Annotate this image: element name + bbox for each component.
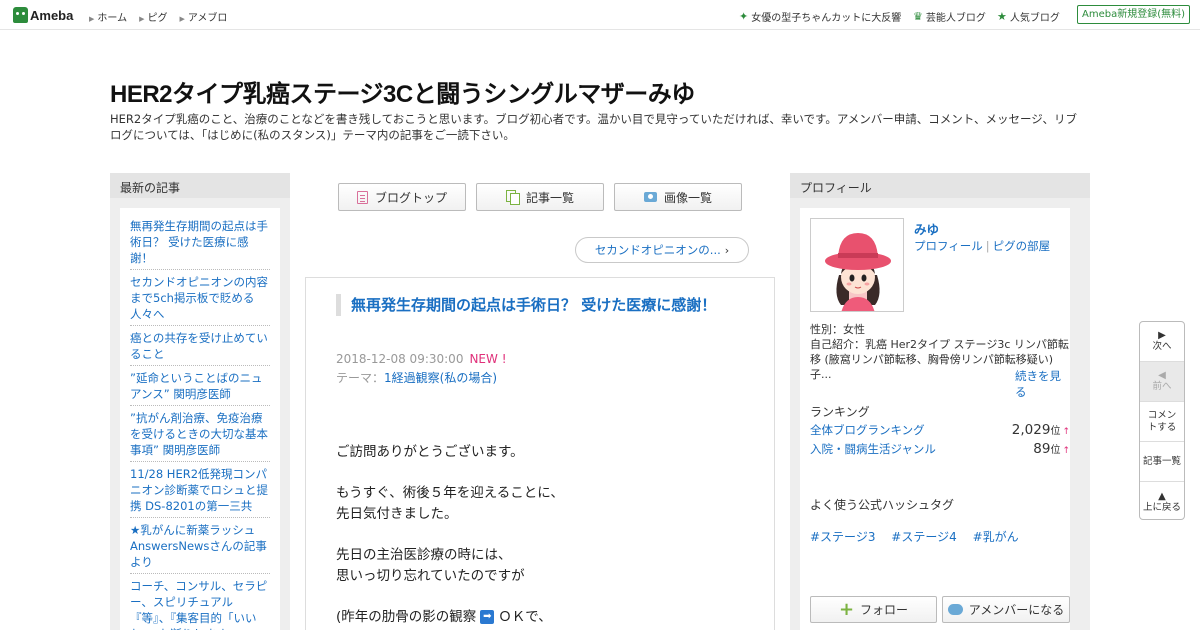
next-entry-button[interactable]: ▶ 次へ [1140, 322, 1184, 362]
profile-gender: 性別：女性 [810, 323, 865, 336]
trend-link[interactable]: ✦ 女優の型子ちゃんカットに大反響 [739, 9, 901, 24]
profile-name[interactable]: みゆ [914, 219, 939, 238]
ranking-value: 89位 ↑ [1033, 441, 1070, 457]
profile-panel: プロフィール みゆ プロフィール | ピグの部屋 性別：女性 自己紹介：乳癌 H… [790, 173, 1090, 630]
recent-entry-link[interactable]: ”抗がん剤治療、免疫治療を受けるときの大切な基本事項” 関明彦医師 [130, 408, 270, 462]
prev-entry-button[interactable]: ◀ 前へ [1140, 362, 1184, 402]
ranking-heading: ランキング [810, 405, 870, 419]
body-paragraph: ご訪問ありがとうございます。 [336, 444, 524, 460]
blog-description: HER2タイプ乳癌のこと、治療のことなどを書き残しておこうと思います。ブログ初心… [110, 112, 1077, 142]
pigg-room-link[interactable]: ピグの部屋 [993, 239, 1051, 253]
recent-entry-link[interactable]: セカンドオピニオンの内容まで5ch掲示板で貶める人々へ [130, 272, 270, 326]
recent-entry-link[interactable]: ”延命ということばのニュアンス” 関明彦医師 [130, 368, 270, 406]
recent-entry-link[interactable]: コーチ、コンサル、セラピー、スピリチュアル『等』、『集客目的「いいね」』お断りし… [130, 576, 270, 630]
recent-entries-panel: 最新の記事 無再発生存期間の起点は手術日？ 受けた医療に感謝！ セカンドオピニオ… [110, 173, 290, 630]
ranking-row: 全体ブログランキング 2,029位 ↑ [810, 422, 1070, 438]
entry-list-button[interactable]: 記事一覧 [476, 183, 604, 211]
global-header: Ameba ▶ ホーム ▶ ピグ ▶ アメブロ ✦ 女優の型子ちゃんカットに大反響 ♛ 芸… [0, 0, 1200, 30]
entry-meta: 2018-12-08 09:30:00 NEW ! [336, 352, 507, 366]
nav-pigg[interactable]: ▶ ピグ [139, 9, 167, 24]
separator: | [985, 239, 990, 253]
theme-label: テーマ： [336, 371, 385, 385]
hashtag-link[interactable]: #ステージ4 [891, 530, 956, 544]
ranking-value: 2,029位 ↑ [1011, 422, 1070, 438]
hashtag-link[interactable]: #ステージ3 [810, 530, 875, 544]
entry-body: ご訪問ありがとうございます。 もうすぐ、術後５年を迎えることに、 先日気付きました… [336, 442, 756, 630]
sparkle-icon: ✦ [739, 10, 749, 23]
ranking-row: 入院・闘病生活ジャンル 89位 ↑ [810, 441, 1070, 457]
amember-button[interactable]: アメンバーになる [942, 596, 1070, 623]
avatar[interactable] [810, 218, 904, 312]
hashtag-heading: よく使う公式ハッシュタグ [810, 498, 955, 512]
celebrity-blog-link[interactable]: ♛ 芸能人ブログ [913, 9, 986, 24]
popular-blog-link[interactable]: ★ 人気ブログ [997, 9, 1060, 24]
entry-date: 2018-12-08 09:30:00 [336, 352, 464, 366]
recent-entries-list: 無再発生存期間の起点は手術日？ 受けた医療に感謝！ セカンドオピニオンの内容まで… [120, 208, 280, 630]
hashtag-link[interactable]: #乳がん [973, 530, 1019, 544]
plus-icon: + [838, 598, 855, 620]
star-icon: ★ [997, 10, 1007, 23]
recent-entries-heading: 最新の記事 [110, 173, 290, 198]
ranking-label[interactable]: 全体ブログランキング [810, 422, 925, 438]
nav-ameblo[interactable]: ▶ アメブロ [179, 9, 227, 24]
image-list-button[interactable]: 画像一覧 [614, 183, 742, 211]
blog-top-button[interactable]: ブログトップ [338, 183, 466, 211]
chevron-right-icon: ▶ [139, 15, 145, 23]
avatar-illustration [811, 219, 903, 311]
entry-list-float-button[interactable]: 記事一覧 [1140, 442, 1184, 482]
recent-entry-link[interactable]: ★乳がんに新薬ラッシュ AnswersNewsさんの記事より [130, 520, 270, 574]
ameba-logo[interactable]: Ameba [13, 6, 73, 24]
back-to-top-button[interactable]: ▲ 上に戻る [1140, 482, 1184, 519]
play-back-icon: ◀ [1158, 370, 1166, 381]
body-paragraph: 先日の主治医診療の時には、 思いっ切り忘れていたのですが [336, 547, 525, 584]
camera-icon [643, 192, 657, 202]
triangle-up-icon: ▲ [1158, 490, 1166, 502]
hashtag-list: #ステージ3 #ステージ4 #乳がん [810, 528, 1031, 545]
crown-icon: ♛ [913, 10, 923, 23]
follow-button[interactable]: + フォロー [810, 596, 937, 623]
theme-link[interactable]: 1経過観察(私の場合) [384, 371, 497, 385]
rank-up-icon: ↑ [1062, 427, 1070, 437]
body-paragraph: もうすぐ、術後５年を迎えることに、 先日気付きました。 [336, 485, 564, 522]
rank-up-icon: ↑ [1062, 446, 1070, 456]
profile-links: プロフィール | ピグの部屋 [914, 238, 1050, 254]
arrow-right-icon: ➡ [480, 610, 495, 624]
ameba-logo-icon [13, 7, 28, 23]
entry-article: 無再発生存期間の起点は手術日？ 受けた医療に感謝！ 2018-12-08 09:… [305, 277, 775, 630]
logo-text: Ameba [30, 7, 74, 23]
new-badge: NEW ! [469, 352, 507, 366]
ranking-label[interactable]: 入院・闘病生活ジャンル [810, 441, 936, 457]
chevron-right-icon: ▶ [89, 15, 95, 23]
speech-bubble-icon [947, 604, 963, 615]
comment-button[interactable]: コメントする [1140, 402, 1184, 442]
blog-title[interactable]: HER2タイプ乳癌ステージ3Cと闘うシングルマザーみゆ [110, 74, 695, 109]
profile-link[interactable]: プロフィール [914, 239, 983, 253]
prev-entry-link[interactable]: セカンドオピニオンの... › [575, 237, 749, 263]
register-button[interactable]: Ameba新規登録(無料) [1077, 5, 1190, 24]
body-paragraph: (昨年の肋骨の影の観察 ➡ ＯＫで、 [336, 609, 552, 625]
chevron-right-icon: ▶ [179, 15, 185, 23]
recent-entry-link[interactable]: 無再発生存期間の起点は手術日？ 受けた医療に感謝！ [130, 216, 270, 270]
recent-entry-link[interactable]: 癌との共存を受け止めていること [130, 328, 270, 366]
profile-heading: プロフィール [790, 173, 1090, 198]
chevron-right-icon: › [724, 243, 730, 257]
entry-theme: テーマ：1経過観察(私の場合) [336, 369, 497, 386]
profile-box: みゆ プロフィール | ピグの部屋 性別：女性 自己紹介：乳癌 Her2タイプ ステ… [800, 208, 1070, 630]
list-icon [505, 190, 520, 205]
nav-home[interactable]: ▶ ホーム [89, 9, 127, 24]
recent-entry-link[interactable]: 11/28 HER2低発現コンパニオン診断薬でロシュと提携 DS-8201の第一… [130, 464, 270, 518]
read-more-link[interactable]: 続きを見る [1015, 368, 1070, 400]
play-icon: ▶ [1158, 330, 1166, 341]
document-icon [356, 190, 368, 204]
global-nav: ▶ ホーム ▶ ピグ ▶ アメブロ [89, 9, 239, 24]
floating-nav: ▶ 次へ ◀ 前へ コメントする 記事一覧 ▲ 上に戻る [1139, 321, 1185, 520]
entry-title[interactable]: 無再発生存期間の起点は手術日？ 受けた医療に感謝！ [336, 294, 736, 316]
